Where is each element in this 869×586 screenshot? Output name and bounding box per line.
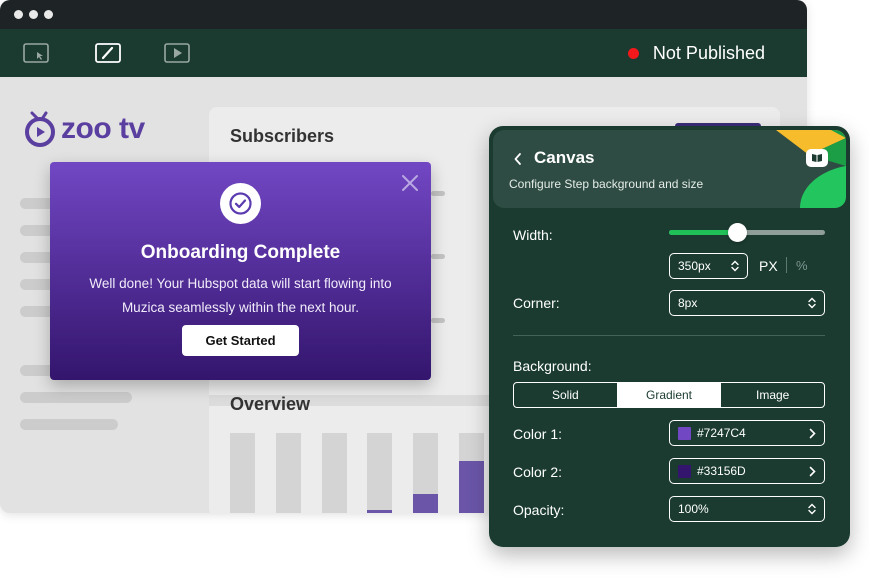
book-icon bbox=[812, 154, 822, 162]
corner-value: 8px bbox=[678, 296, 698, 310]
color2-value: #33156D bbox=[697, 464, 746, 478]
overview-bar-fill bbox=[367, 510, 393, 513]
overview-bar bbox=[413, 433, 439, 513]
overview-bar-fill bbox=[413, 494, 439, 513]
table-row bbox=[431, 191, 445, 196]
overview-bar bbox=[230, 433, 255, 513]
width-slider-handle[interactable] bbox=[728, 223, 748, 242]
color1-label: Color 1: bbox=[513, 426, 563, 442]
stage: Not Published zoo tv Subscribers Overvie… bbox=[0, 0, 869, 586]
play-icon[interactable] bbox=[164, 43, 190, 63]
overview-bar-fill bbox=[459, 460, 484, 513]
get-started-button[interactable]: Get Started bbox=[182, 325, 299, 356]
modal-body: Well done! Your Hubspot data will start … bbox=[89, 276, 392, 315]
overview-title: Overview bbox=[230, 394, 311, 414]
editor-toolbar: Not Published bbox=[0, 29, 807, 77]
overview-bar bbox=[367, 433, 393, 513]
background-option-solid[interactable]: Solid bbox=[514, 383, 618, 407]
onboarding-modal: Onboarding Complete Well done! Your Hubs… bbox=[50, 162, 431, 380]
chevron-right-icon[interactable] bbox=[809, 466, 816, 477]
unit-px-toggle[interactable]: PX bbox=[759, 258, 778, 274]
window-dot-icon[interactable] bbox=[44, 10, 53, 19]
logo-text: zoo tv bbox=[61, 112, 145, 145]
status-dot-icon bbox=[627, 48, 639, 59]
width-input[interactable]: 350px bbox=[669, 253, 748, 279]
background-label: Background: bbox=[513, 358, 592, 374]
publish-status: Not Published bbox=[627, 43, 765, 64]
opacity-input[interactable]: 100% bbox=[669, 496, 825, 522]
window-dot-icon[interactable] bbox=[29, 10, 38, 19]
background-option-image[interactable]: Image bbox=[721, 383, 824, 407]
background-option-gradient[interactable]: Gradient bbox=[617, 383, 722, 407]
overview-bar bbox=[321, 433, 347, 513]
panel-header: Canvas Configure Step background and siz… bbox=[493, 130, 846, 208]
logo: zoo tv bbox=[24, 111, 145, 147]
width-slider[interactable] bbox=[669, 223, 825, 242]
edit-icon[interactable] bbox=[95, 43, 121, 63]
check-badge bbox=[220, 183, 261, 224]
unit-percent-toggle[interactable]: % bbox=[796, 258, 808, 273]
docs-button[interactable] bbox=[806, 149, 828, 167]
panel-divider bbox=[513, 335, 825, 336]
sidebar-item[interactable] bbox=[20, 392, 132, 403]
overview-bar bbox=[459, 433, 484, 513]
corner-input[interactable]: 8px bbox=[669, 290, 825, 316]
corner-label: Corner: bbox=[513, 295, 560, 311]
cursor-select-icon[interactable] bbox=[23, 43, 49, 63]
stepper-icon[interactable] bbox=[808, 297, 816, 309]
window-dot-icon[interactable] bbox=[14, 10, 23, 19]
canvas-settings-panel: Canvas Configure Step background and siz… bbox=[489, 126, 850, 547]
table-row bbox=[431, 254, 445, 259]
color1-picker[interactable]: #7247C4 bbox=[669, 420, 825, 446]
header-decoration bbox=[776, 130, 846, 208]
unit-separator bbox=[786, 257, 787, 273]
panel-subtitle: Configure Step background and size bbox=[509, 177, 704, 191]
back-chevron-icon[interactable] bbox=[513, 152, 523, 166]
sidebar-item[interactable] bbox=[20, 419, 118, 430]
color2-swatch bbox=[678, 464, 691, 478]
color1-value: #7247C4 bbox=[697, 426, 746, 440]
modal-title: Onboarding Complete bbox=[140, 242, 341, 263]
color1-swatch bbox=[678, 426, 691, 440]
chevron-right-icon[interactable] bbox=[809, 428, 816, 439]
width-value: 350px bbox=[678, 259, 711, 273]
stepper-icon[interactable] bbox=[808, 503, 816, 515]
overview-bar bbox=[275, 433, 301, 513]
check-circle-icon bbox=[229, 192, 252, 215]
width-label: Width: bbox=[513, 227, 553, 243]
close-icon[interactable] bbox=[400, 173, 420, 193]
subscribers-title: Subscribers bbox=[230, 126, 335, 146]
publish-status-label: Not Published bbox=[652, 43, 765, 63]
opacity-label: Opacity: bbox=[513, 502, 565, 518]
opacity-value: 100% bbox=[678, 502, 709, 516]
panel-title: Canvas bbox=[534, 148, 595, 167]
stepper-icon[interactable] bbox=[731, 260, 739, 272]
table-row bbox=[431, 318, 445, 323]
color2-label: Color 2: bbox=[513, 464, 563, 480]
background-type-selector: Solid Gradient Image bbox=[513, 382, 825, 408]
color2-picker[interactable]: #33156D bbox=[669, 458, 825, 484]
window-titlebar bbox=[0, 0, 807, 29]
tv-logo-icon bbox=[25, 111, 55, 147]
